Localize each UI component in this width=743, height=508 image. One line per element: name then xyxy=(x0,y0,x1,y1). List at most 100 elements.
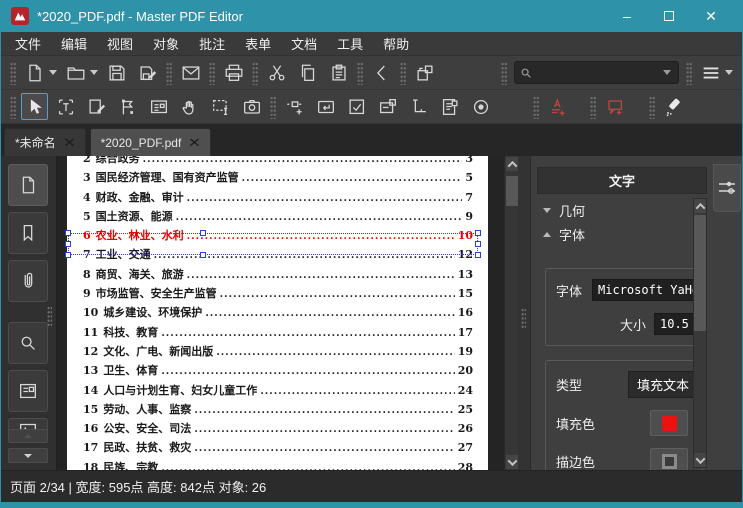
toc-row[interactable]: 9 市场监管、安全生产监管 15 xyxy=(67,285,488,304)
print-button[interactable] xyxy=(220,59,247,86)
scroll-up-button[interactable] xyxy=(506,157,518,171)
menu-7[interactable]: 文档 xyxy=(281,31,327,56)
add-comment-button[interactable] xyxy=(601,93,628,120)
font-family-input[interactable]: Microsoft YaHei xyxy=(592,279,697,301)
select-area-button[interactable] xyxy=(207,93,234,120)
toolbar-grip[interactable] xyxy=(166,60,172,85)
pdf-page[interactable]: 2 综合政务 3 3 国民经济管理、国有资产监管 5 4 财政、金融、审计 7 5 国土资源、能源 9… xyxy=(67,156,488,470)
toc-row[interactable]: 18 民族、宗教 28 xyxy=(67,459,488,470)
toc-row[interactable]: 2 综合政务 3 xyxy=(67,156,488,169)
highlighter-button[interactable] xyxy=(660,93,687,120)
email-button[interactable] xyxy=(177,59,204,86)
toc-row[interactable]: 10 城乡建设、环境保护 16 xyxy=(67,304,488,323)
scroll-down-button[interactable] xyxy=(506,455,518,469)
radio-button-button[interactable] xyxy=(467,93,494,120)
form-properties-button[interactable] xyxy=(145,93,172,120)
panel-splitter-handle[interactable] xyxy=(521,308,526,330)
checkbox-button[interactable] xyxy=(343,93,370,120)
toc-row[interactable]: 3 国民经济管理、国有资产监管 5 xyxy=(67,169,488,188)
toc-row[interactable]: 17 民政、扶贫、救灾 27 xyxy=(67,439,488,458)
document-tab-2[interactable]: *2020_PDF.pdf ✕ xyxy=(89,128,212,156)
menu-3[interactable]: 视图 xyxy=(97,31,143,56)
sidebar-attachments-button[interactable] xyxy=(8,260,48,302)
maximize-button[interactable] xyxy=(648,2,690,30)
hand-pan-button[interactable] xyxy=(176,93,203,120)
text-field-button[interactable] xyxy=(312,93,339,120)
type-select[interactable]: 填充文本 xyxy=(628,371,696,398)
toolbar-grip[interactable] xyxy=(649,94,655,119)
dropdown-arrow-icon[interactable] xyxy=(725,70,733,75)
list-box-button[interactable] xyxy=(436,93,463,120)
add-text-annotation-button[interactable] xyxy=(544,93,571,120)
panel-scroll-up-button[interactable] xyxy=(694,199,706,213)
menu-5[interactable]: 批注 xyxy=(189,31,235,56)
sidebar-search-panel-button[interactable] xyxy=(8,322,48,364)
document-tab-1[interactable]: *未命名 ✕ xyxy=(4,128,86,156)
search-box[interactable] xyxy=(514,61,679,84)
text-baseline-button[interactable] xyxy=(405,93,432,120)
toolbar-grip[interactable] xyxy=(501,60,507,85)
toc-row-selected[interactable]: 6 农业、林业、水利 10 xyxy=(67,227,488,246)
minimize-button[interactable]: – xyxy=(606,2,648,30)
menu-6[interactable]: 表单 xyxy=(235,31,281,56)
toolbar-grip[interactable] xyxy=(400,60,406,85)
save-button[interactable] xyxy=(103,59,130,86)
panel-scrollbar-thumb[interactable] xyxy=(694,215,706,331)
link-button[interactable] xyxy=(281,93,308,120)
sidebar-bookmarks-button[interactable] xyxy=(8,212,48,254)
cut-button[interactable] xyxy=(263,59,290,86)
tab-close-icon[interactable]: ✕ xyxy=(63,135,76,151)
toc-row[interactable]: 13 卫生、体育 20 xyxy=(67,362,488,381)
toolbar-grip[interactable] xyxy=(533,94,539,119)
toolbar-grip[interactable] xyxy=(252,60,258,85)
combo-box-button[interactable] xyxy=(374,93,401,120)
tab-close-icon[interactable]: ✕ xyxy=(188,135,201,151)
toc-row[interactable]: 15 劳动、人事、监察 25 xyxy=(67,401,488,420)
sidebar-signature-button[interactable] xyxy=(8,418,48,430)
copy-button[interactable] xyxy=(294,59,321,86)
sidebar-form-fields-button[interactable] xyxy=(8,370,48,412)
search-input[interactable] xyxy=(533,65,664,80)
main-menu-button[interactable] xyxy=(697,59,724,86)
open-file-button[interactable] xyxy=(62,59,89,86)
fill-color-button[interactable] xyxy=(650,410,688,436)
panel-scrollbar[interactable] xyxy=(693,198,707,468)
toolbar-grip[interactable] xyxy=(270,94,276,119)
go-back-button[interactable] xyxy=(368,59,395,86)
panel-splitter[interactable] xyxy=(518,156,530,470)
save-as-button[interactable] xyxy=(134,59,161,86)
menu-2[interactable]: 编辑 xyxy=(51,31,97,56)
toolbar-grip[interactable] xyxy=(590,94,596,119)
paste-button[interactable] xyxy=(325,59,352,86)
menu-9[interactable]: 帮助 xyxy=(373,31,419,56)
menu-4[interactable]: 对象 xyxy=(143,31,189,56)
page-arrange-button[interactable] xyxy=(411,59,438,86)
toolbar-grip[interactable] xyxy=(10,60,16,85)
section-geometry[interactable]: 几何 xyxy=(537,198,693,222)
toc-row[interactable]: 14 人口与计划生育、妇女儿童工作 24 xyxy=(67,382,488,401)
sidebar-scroll-down-button[interactable] xyxy=(8,448,48,463)
edit-document-button[interactable] xyxy=(83,93,110,120)
edit-text-button[interactable] xyxy=(52,93,79,120)
toc-row[interactable]: 16 公安、安全、司法 26 xyxy=(67,420,488,439)
edit-forms-button[interactable] xyxy=(114,93,141,120)
toc-row[interactable]: 4 财政、金融、审计 7 xyxy=(67,189,488,208)
toc-row[interactable]: 11 科技、教育 17 xyxy=(67,324,488,343)
section-font[interactable]: 字体 xyxy=(537,222,693,246)
toc-row[interactable]: 5 国土资源、能源 9 xyxy=(67,208,488,227)
properties-toggle-tab[interactable] xyxy=(713,164,741,212)
document-scrollbar[interactable] xyxy=(504,156,518,470)
new-document-button[interactable] xyxy=(21,59,48,86)
toolbar-grip[interactable] xyxy=(10,94,16,119)
toolbar-grip[interactable] xyxy=(209,60,215,85)
toolbar-grip[interactable] xyxy=(686,60,692,85)
scrollbar-thumb[interactable] xyxy=(506,176,518,206)
stroke-color-button[interactable] xyxy=(650,448,688,470)
dropdown-arrow-icon[interactable] xyxy=(49,70,57,75)
menu-1[interactable]: 文件 xyxy=(5,31,51,56)
toc-row[interactable]: 8 商贸、海关、旅游 13 xyxy=(67,266,488,285)
select-button[interactable] xyxy=(21,93,48,120)
panel-scroll-down-button[interactable] xyxy=(694,453,706,467)
toc-row[interactable]: 12 文化、广电、新闻出版 19 xyxy=(67,343,488,362)
toolbar-grip[interactable] xyxy=(357,60,363,85)
